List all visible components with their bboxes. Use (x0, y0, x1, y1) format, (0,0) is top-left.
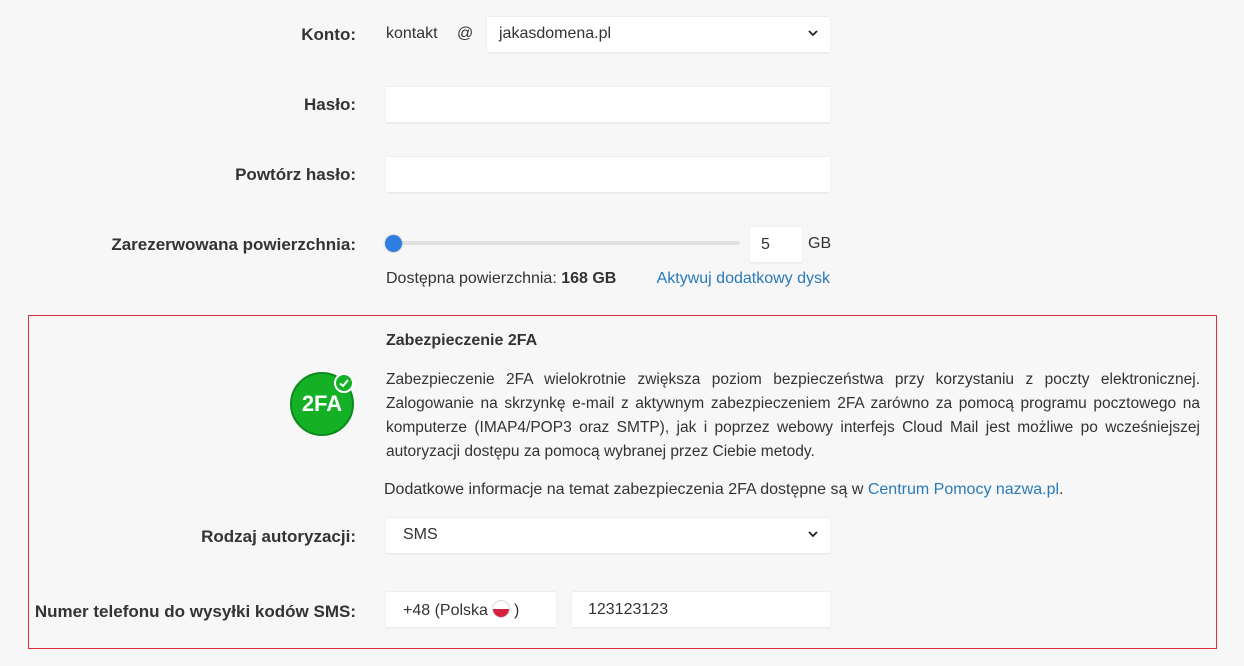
available-storage-label: Dostępna powierzchnia: (386, 270, 557, 287)
repeat-password-label: Powtórz hasło: (235, 165, 356, 184)
at-sign: @ (457, 25, 474, 42)
country-code-close: ) (513, 602, 520, 619)
password-field[interactable] (386, 86, 830, 122)
activate-disk-link[interactable]: Aktywuj dodatkowy dysk (657, 270, 830, 288)
twofa-description: Zabezpieczenie 2FA wielokrotnie zwiększa… (386, 371, 1200, 460)
password-input[interactable] (386, 87, 830, 122)
storage-label: Zarezerwowana powierzchnia: (111, 235, 356, 254)
storage-slider-track[interactable] (392, 241, 740, 245)
country-code-select[interactable]: +48 (Polska) (386, 591, 556, 627)
twofa-info-suffix: . (1059, 481, 1064, 498)
password-label: Hasło: (304, 95, 356, 114)
account-label: Konto: (301, 25, 356, 44)
domain-select-value: jakasdomena.pl (499, 25, 612, 42)
available-storage: Dostępna powierzchnia: 168 GB (386, 270, 616, 288)
storage-value-field[interactable] (750, 226, 802, 262)
check-icon (334, 373, 354, 393)
repeat-password-input[interactable] (386, 157, 830, 192)
auth-type-label: Rodzaj autoryzacji: (201, 527, 356, 546)
storage-slider-handle[interactable] (385, 235, 402, 252)
phone-number-input[interactable] (572, 592, 830, 627)
poland-flag-icon (491, 600, 510, 618)
auth-type-select[interactable]: SMS (386, 517, 830, 553)
account-local-part: kontakt (386, 25, 438, 42)
auth-type-value: SMS (403, 526, 438, 543)
help-center-link[interactable]: Centrum Pomocy nazwa.pl (868, 481, 1059, 498)
chevron-down-icon (808, 30, 818, 37)
chevron-down-icon (808, 531, 818, 538)
repeat-password-field[interactable] (386, 156, 830, 192)
phone-label: Numer telefonu do wysyłki kodów SMS: (34, 602, 356, 621)
twofa-title: Zabezpieczenie 2FA (386, 332, 538, 349)
country-code-text: +48 (Polska (403, 602, 488, 619)
twofa-info-text: Dodatkowe informacje na temat zabezpiecz… (384, 481, 864, 498)
twofa-info: Dodatkowe informacje na temat zabezpiecz… (384, 481, 1063, 499)
phone-number-field[interactable] (572, 591, 830, 627)
storage-value-input[interactable] (750, 227, 802, 262)
storage-unit: GB (808, 235, 832, 252)
country-code-value: +48 (Polska) (403, 600, 519, 620)
available-storage-value: 168 GB (561, 270, 617, 287)
domain-select[interactable]: jakasdomena.pl (487, 16, 830, 52)
